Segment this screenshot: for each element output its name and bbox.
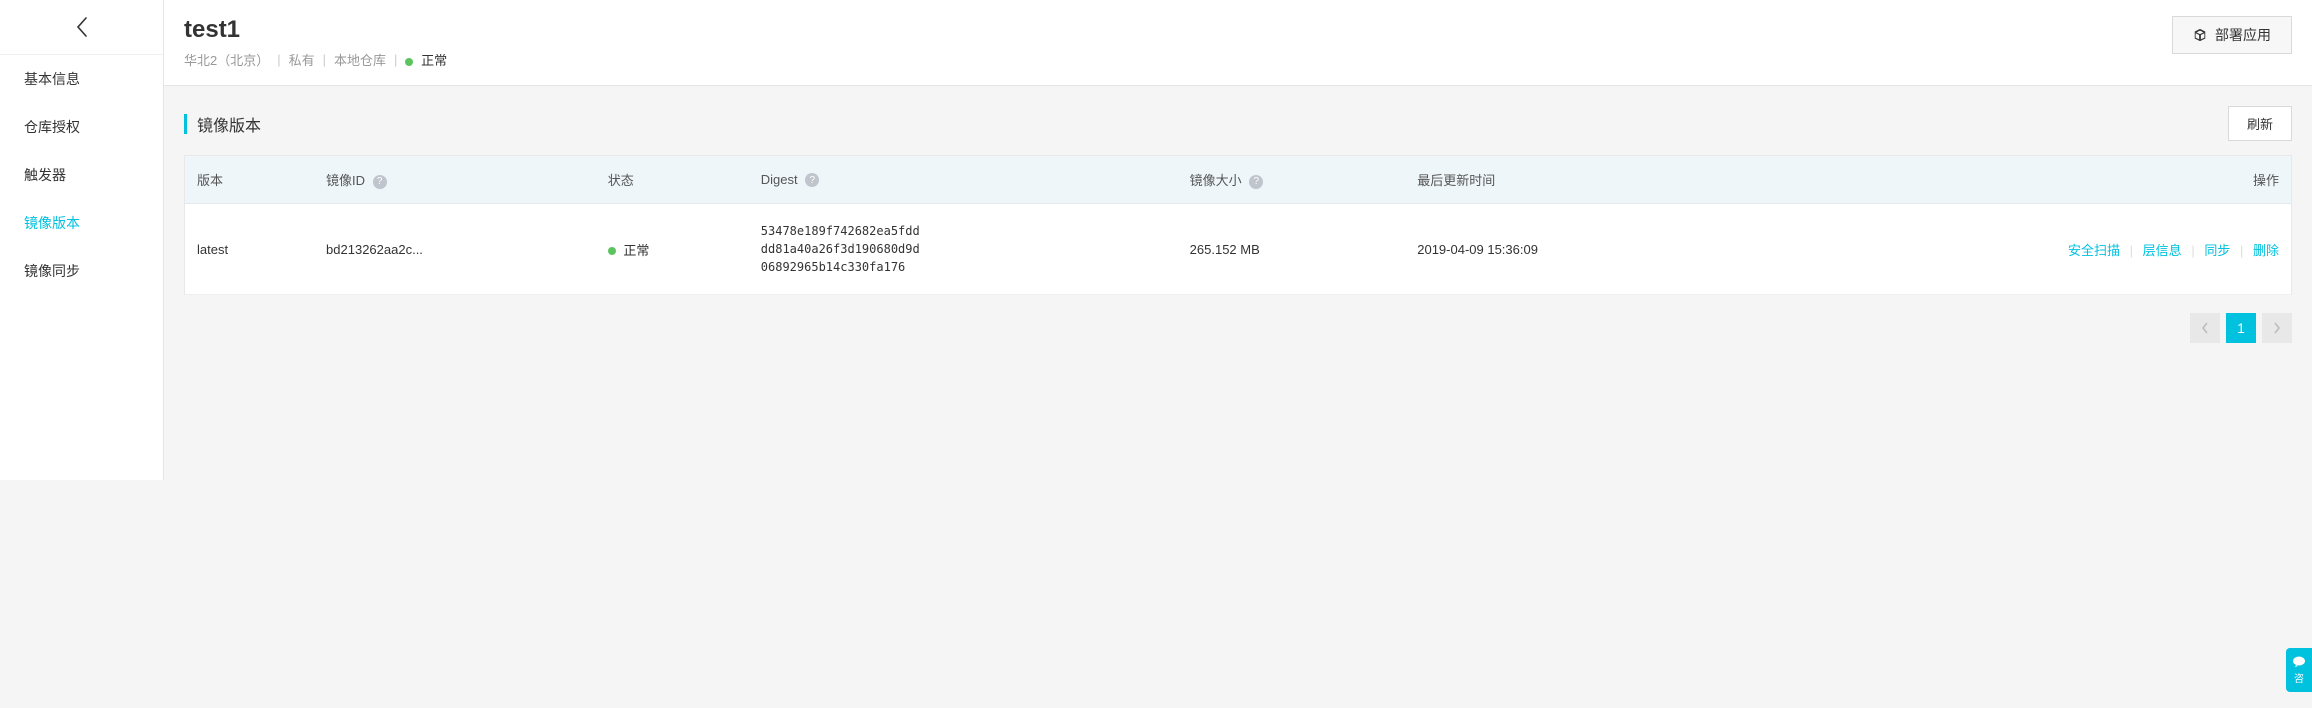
sidebar-item-image-sync[interactable]: 镜像同步 — [0, 247, 163, 295]
col-size: 镜像大小 ? — [1178, 156, 1406, 204]
col-version: 版本 — [185, 156, 315, 204]
digest-value: 53478e189f742682ea5fdddd81a40a26f3d19068… — [761, 222, 921, 276]
sidebar-item-trigger[interactable]: 触发器 — [0, 151, 163, 199]
header-left: test1 华北2（北京） | 私有 | 本地仓库 | 正常 — [184, 16, 2172, 69]
status-dot-icon — [608, 247, 616, 255]
cube-icon — [2193, 28, 2207, 42]
action-separator: | — [2130, 243, 2133, 258]
action-separator: | — [2240, 243, 2243, 258]
col-status: 状态 — [596, 156, 749, 204]
chevron-left-icon — [2201, 322, 2209, 334]
help-icon[interactable]: ? — [805, 173, 819, 187]
refresh-button[interactable]: 刷新 — [2228, 106, 2292, 141]
sidebar: 基本信息 仓库授权 触发器 镜像版本 镜像同步 — [0, 0, 164, 480]
chat-icon — [2292, 656, 2306, 668]
page-number-button[interactable]: 1 — [2226, 313, 2256, 343]
col-digest: Digest ? — [749, 156, 1178, 204]
sidebar-item-label: 仓库授权 — [24, 119, 80, 135]
page-number: 1 — [2237, 320, 2245, 336]
breadcrumb-separator: | — [323, 52, 326, 67]
float-label: 咨 — [2294, 670, 2304, 685]
breadcrumb: 华北2（北京） | 私有 | 本地仓库 | 正常 — [184, 50, 2172, 69]
action-delete[interactable]: 删除 — [2253, 243, 2279, 258]
breadcrumb-visibility: 私有 — [289, 50, 315, 69]
sidebar-item-repo-auth[interactable]: 仓库授权 — [0, 103, 163, 151]
section-title: 镜像版本 — [197, 112, 261, 136]
cell-updated: 2019-04-09 15:36:09 — [1405, 204, 1742, 295]
breadcrumb-separator: | — [394, 52, 397, 67]
cell-version: latest — [185, 204, 315, 295]
status-badge: 正常 — [405, 50, 447, 69]
refresh-button-label: 刷新 — [2247, 117, 2273, 132]
main-content: test1 华北2（北京） | 私有 | 本地仓库 | 正常 — [164, 0, 2312, 480]
pagination: 1 — [184, 313, 2292, 343]
breadcrumb-region: 华北2（北京） — [184, 50, 269, 69]
page-prev-button[interactable] — [2190, 313, 2220, 343]
cell-digest: 53478e189f742682ea5fdddd81a40a26f3d19068… — [749, 204, 1178, 295]
help-icon[interactable]: ? — [1249, 175, 1263, 189]
action-layer[interactable]: 层信息 — [2143, 243, 2182, 258]
sidebar-item-label: 触发器 — [24, 167, 66, 183]
image-version-table: 版本 镜像ID ? 状态 Digest ? 镜像大小 ? — [184, 155, 2292, 295]
action-scan[interactable]: 安全扫描 — [2068, 243, 2120, 258]
sidebar-item-label: 基本信息 — [24, 71, 80, 87]
col-updated: 最后更新时间 — [1405, 156, 1742, 204]
sidebar-item-label: 镜像同步 — [24, 263, 80, 279]
cell-status: 正常 — [596, 204, 749, 295]
page-next-button[interactable] — [2262, 313, 2292, 343]
section-title-wrap: 镜像版本 — [184, 112, 261, 136]
table-header-row: 版本 镜像ID ? 状态 Digest ? 镜像大小 ? — [185, 156, 2292, 204]
cell-status-text: 正常 — [623, 243, 649, 258]
status-dot-icon — [405, 58, 413, 66]
page-header: test1 华北2（北京） | 私有 | 本地仓库 | 正常 — [164, 0, 2312, 86]
section-header: 镜像版本 刷新 — [184, 106, 2292, 141]
float-help-button[interactable]: 咨 — [2286, 648, 2312, 692]
action-separator: | — [2191, 243, 2194, 258]
back-button[interactable] — [0, 0, 163, 55]
sidebar-item-label: 镜像版本 — [24, 215, 80, 231]
sidebar-item-basic-info[interactable]: 基本信息 — [0, 55, 163, 103]
cell-actions: 安全扫描 | 层信息 | 同步 | 删除 — [1743, 204, 2292, 295]
deploy-button-label: 部署应用 — [2215, 25, 2271, 45]
chevron-left-icon — [75, 16, 88, 38]
col-image-id: 镜像ID ? — [314, 156, 596, 204]
content-area: 镜像版本 刷新 版本 镜像ID ? 状态 Di — [164, 86, 2312, 363]
cell-image-id: bd213262aa2c... — [314, 204, 596, 295]
status-text: 正常 — [421, 53, 447, 68]
col-actions: 操作 — [1743, 156, 2292, 204]
deploy-button[interactable]: 部署应用 — [2172, 16, 2292, 54]
help-icon[interactable]: ? — [373, 175, 387, 189]
section-accent-bar — [184, 114, 187, 134]
breadcrumb-separator: | — [277, 52, 280, 67]
page-title: test1 — [184, 16, 2172, 44]
table-row: latest bd213262aa2c... 正常 53478e189f7426… — [185, 204, 2292, 295]
cell-size: 265.152 MB — [1178, 204, 1406, 295]
action-sync[interactable]: 同步 — [2204, 243, 2230, 258]
chevron-right-icon — [2273, 322, 2281, 334]
breadcrumb-repo-type: 本地仓库 — [334, 50, 386, 69]
sidebar-item-image-version[interactable]: 镜像版本 — [0, 199, 163, 247]
